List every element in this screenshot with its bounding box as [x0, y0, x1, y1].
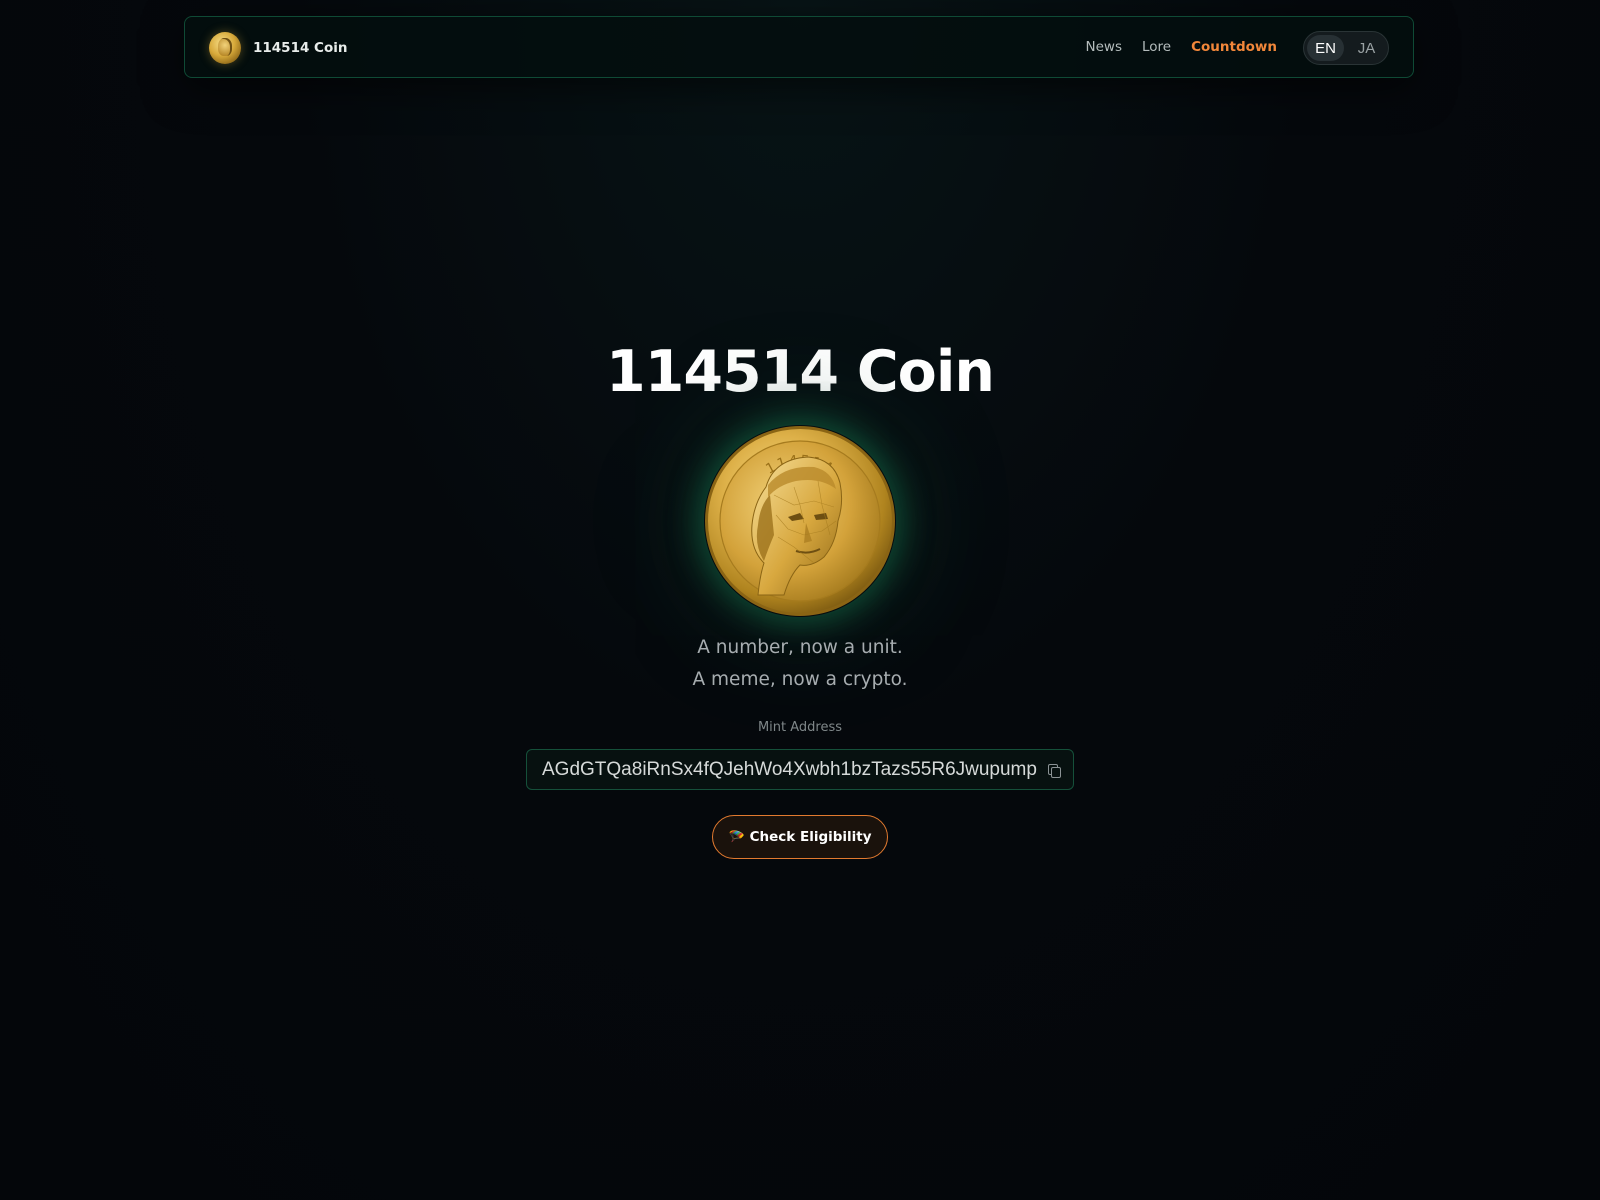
top-navbar: 114514 Coin News Lore Countdown EN JA — [184, 16, 1414, 78]
parachute-icon: 🪂 — [728, 829, 745, 845]
nav-link-news[interactable]: News — [1086, 39, 1122, 55]
page-title: 114514 Coin — [606, 339, 995, 405]
copy-icon[interactable] — [1047, 763, 1061, 778]
language-switcher: EN JA — [1303, 31, 1389, 65]
check-eligibility-button[interactable]: 🪂 Check Eligibility — [712, 815, 888, 859]
nav-links: News Lore Countdown — [1086, 17, 1277, 77]
mint-address-value[interactable]: AGdGTQa8iRnSx4fQJehWo4Xwbh1bzTazs55R6Jwu… — [542, 759, 1037, 781]
tagline-line-2: A meme, now a crypto. — [692, 669, 908, 690]
check-eligibility-label: Check Eligibility — [749, 829, 872, 845]
nav-link-lore[interactable]: Lore — [1142, 39, 1171, 55]
mint-address-label: Mint Address — [757, 720, 843, 735]
lang-en-button[interactable]: EN — [1307, 35, 1344, 61]
tagline-line-1: A number, now a unit. — [697, 637, 903, 658]
coin-image: 114514 — [704, 425, 896, 617]
lang-ja-button[interactable]: JA — [1348, 35, 1385, 61]
nav-link-countdown[interactable]: Countdown — [1191, 39, 1277, 55]
mint-address-field[interactable]: AGdGTQa8iRnSx4fQJehWo4Xwbh1bzTazs55R6Jwu… — [526, 749, 1074, 790]
brand-name: 114514 Coin — [253, 40, 348, 56]
coin-illustration: 114514 — [705, 426, 895, 616]
brand[interactable]: 114514 Coin — [209, 32, 347, 64]
coin-logo-icon — [209, 32, 241, 64]
